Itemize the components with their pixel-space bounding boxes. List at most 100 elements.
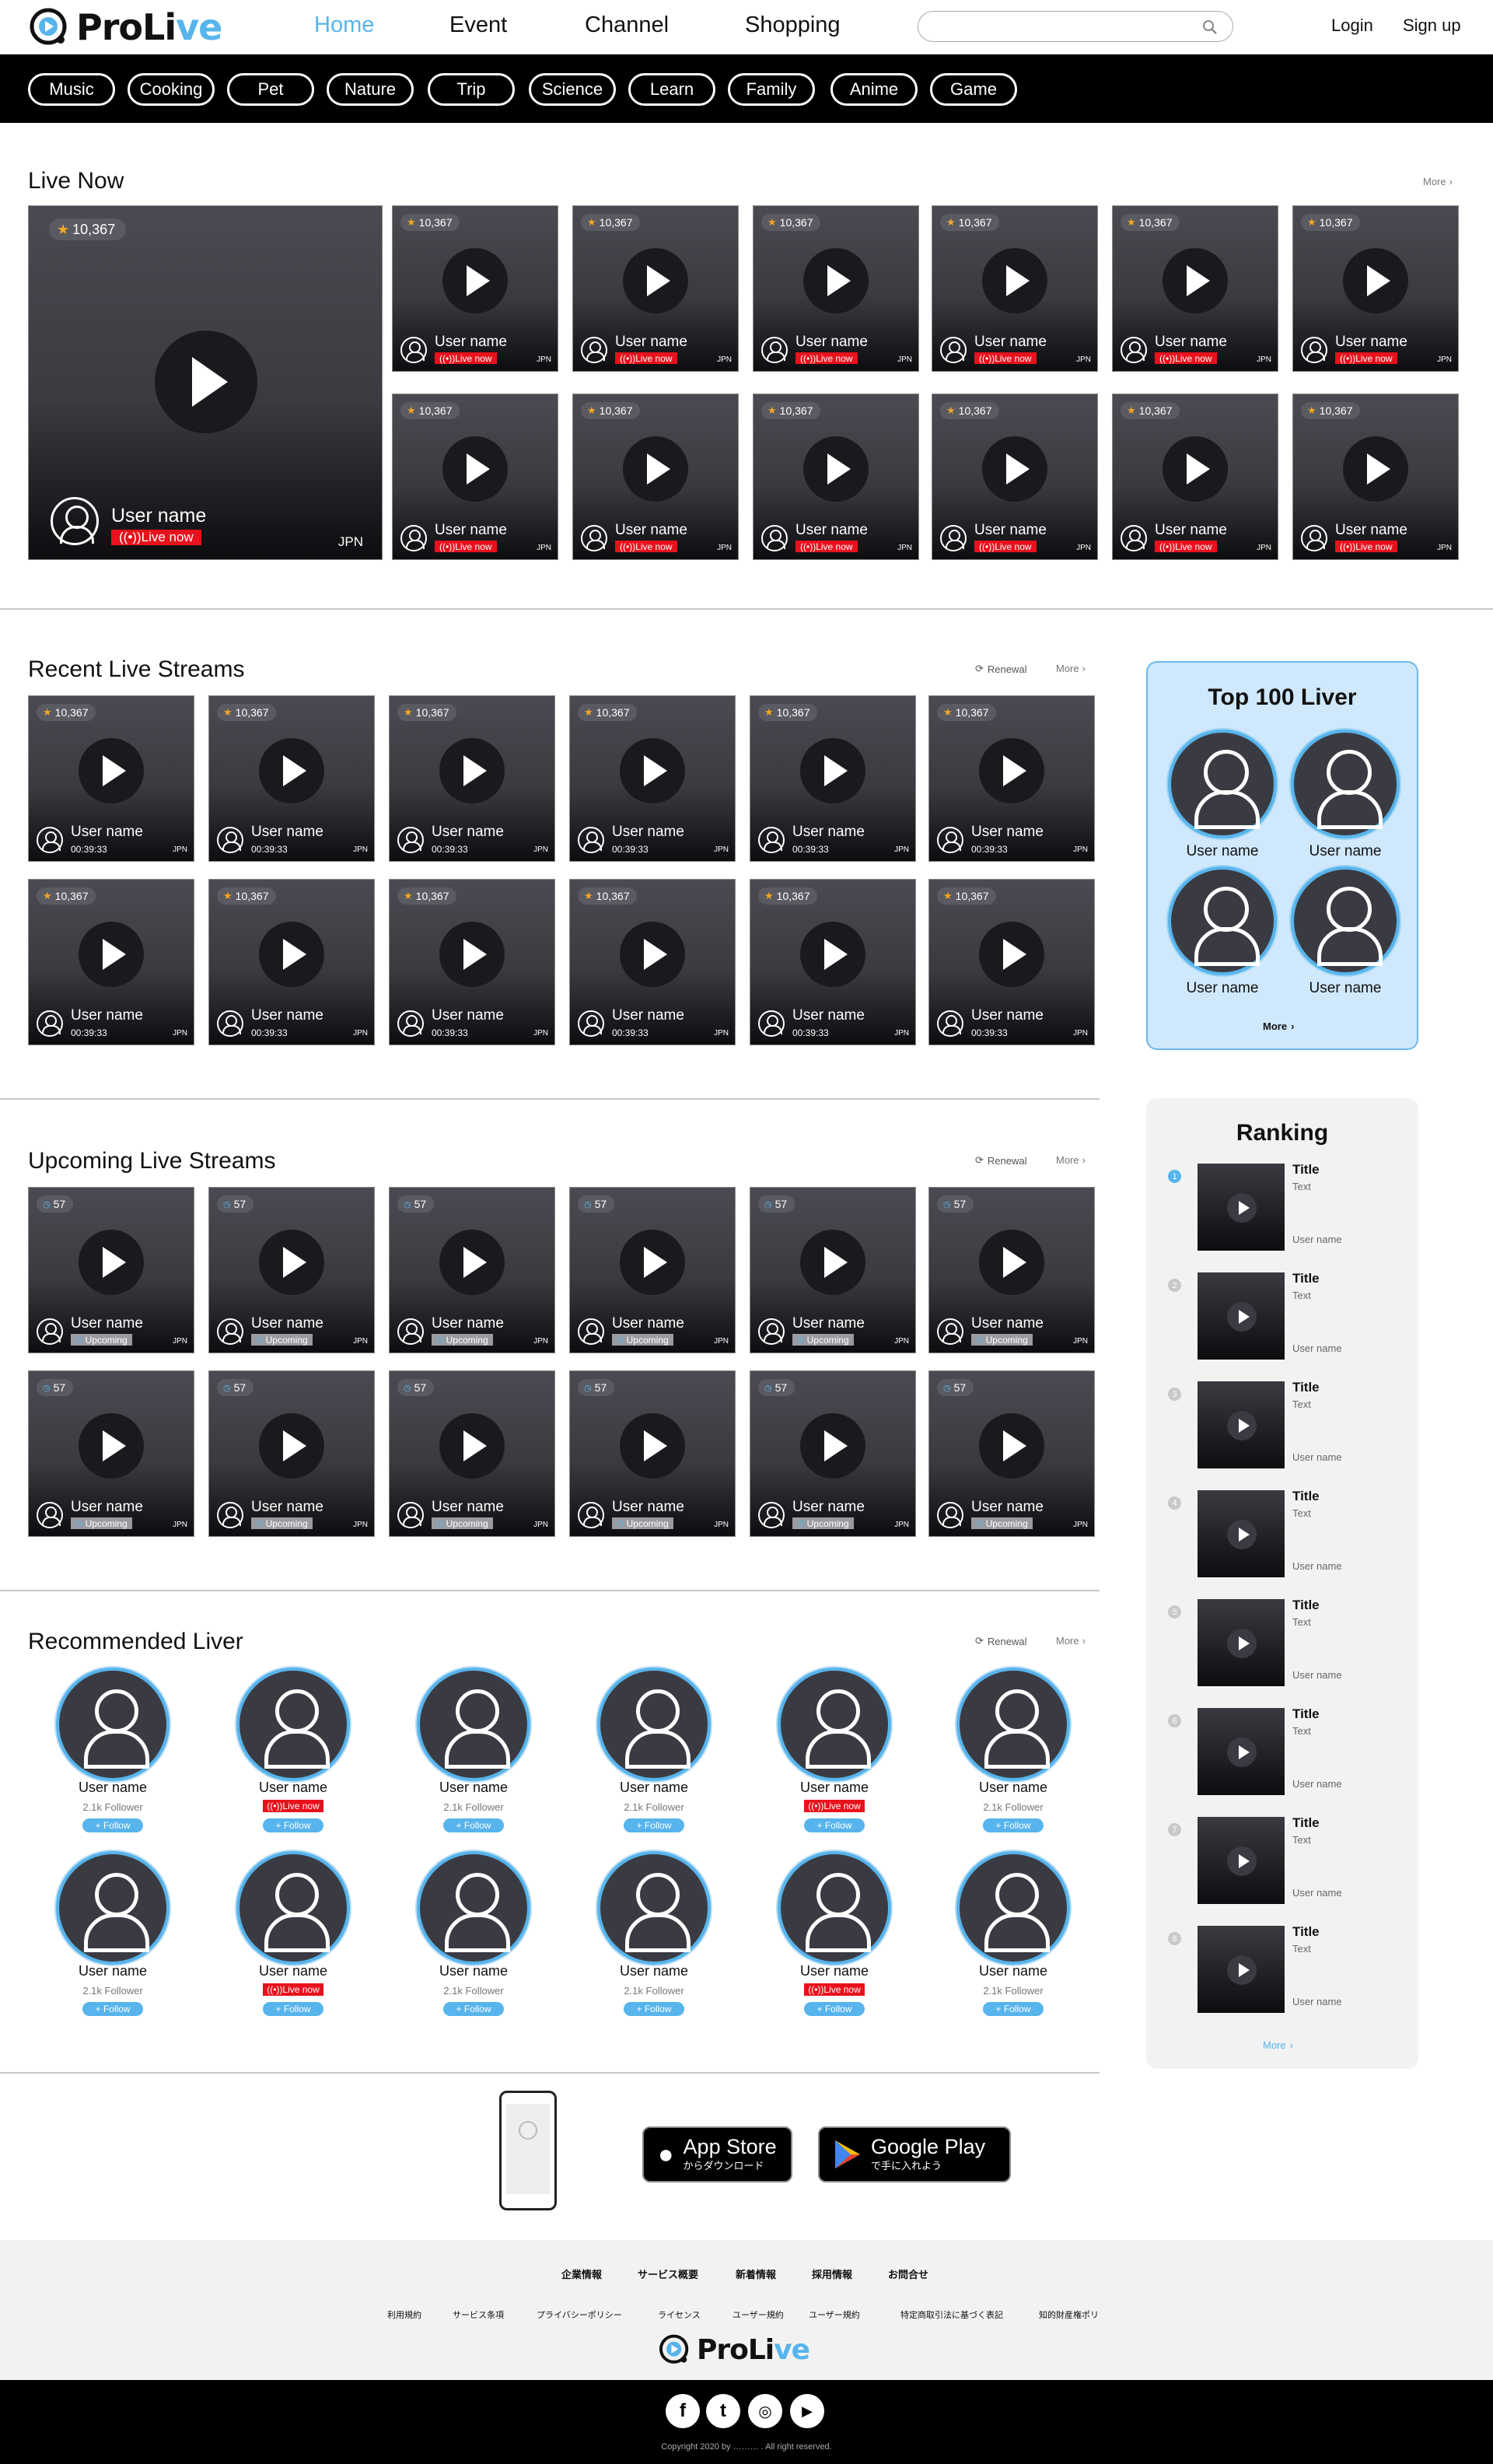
top100-username[interactable]: User name	[1291, 980, 1400, 997]
signup-link[interactable]: Sign up	[1403, 16, 1461, 36]
category-chip-cooking[interactable]: Cooking	[128, 73, 215, 106]
user-avatar-icon[interactable]	[400, 525, 427, 551]
follow-button[interactable]: + Follow	[804, 2002, 865, 2016]
footer-sub-link[interactable]: ユーザー規約	[733, 2308, 784, 2321]
user-avatar-icon[interactable]	[940, 525, 967, 551]
featured-live-card[interactable]: ★ 10,367 User name ((•)) Live now JPN	[28, 205, 383, 560]
stream-username[interactable]: User name	[792, 1315, 865, 1332]
play-icon[interactable]	[155, 331, 257, 433]
upcoming-renewal-button[interactable]: ⟳ Renewal	[975, 1154, 1027, 1167]
stream-card[interactable]: ★ 10,367 User name ((•)) Live now JPN	[932, 205, 1098, 372]
play-icon[interactable]	[1343, 436, 1408, 502]
play-icon[interactable]	[800, 738, 865, 803]
nav-home[interactable]: Home	[314, 12, 374, 38]
user-avatar-icon[interactable]	[37, 1010, 63, 1037]
user-avatar-icon[interactable]	[1121, 525, 1147, 551]
footer-logo[interactable]: ProLive	[658, 2332, 810, 2368]
liver-avatar[interactable]	[956, 1851, 1070, 1965]
stream-username[interactable]: User name	[612, 1499, 684, 1516]
user-avatar-icon[interactable]	[578, 1502, 604, 1528]
stream-card[interactable]: ★ 10,367 User name 00:39:33 JPN	[569, 695, 736, 862]
play-icon[interactable]	[620, 1230, 685, 1295]
login-link[interactable]: Login	[1331, 16, 1373, 36]
play-icon[interactable]	[620, 738, 685, 803]
play-icon[interactable]	[803, 248, 869, 313]
ranking-item-user[interactable]: User name	[1292, 1234, 1342, 1245]
footer-sub-link[interactable]: 特定商取引法に基づく表記	[900, 2308, 1003, 2321]
liver-username[interactable]: User name	[411, 1963, 536, 1979]
play-icon[interactable]	[439, 738, 505, 803]
user-avatar-icon[interactable]	[758, 1318, 785, 1345]
play-icon[interactable]	[439, 922, 505, 987]
category-chip-game[interactable]: Game	[930, 73, 1017, 106]
ranking-thumbnail[interactable]	[1198, 1599, 1285, 1686]
user-avatar-icon[interactable]	[37, 1502, 63, 1528]
ranking-item-title[interactable]: Title	[1292, 1598, 1320, 1613]
ranking-item-user[interactable]: User name	[1292, 1887, 1342, 1899]
play-icon[interactable]	[79, 738, 144, 803]
user-avatar-icon[interactable]	[940, 337, 967, 363]
stream-username[interactable]: User name	[432, 824, 504, 841]
follow-button[interactable]: + Follow	[263, 2002, 323, 2016]
stream-username[interactable]: User name	[1155, 522, 1227, 539]
nav-event[interactable]: Event	[449, 12, 507, 38]
play-icon[interactable]	[979, 922, 1044, 987]
ranking-item-title[interactable]: Title	[1292, 1162, 1320, 1178]
footer-sub-link[interactable]: プライバシーポリシー	[537, 2308, 622, 2321]
stream-username[interactable]: User name	[432, 1315, 504, 1332]
play-icon[interactable]	[623, 436, 688, 502]
play-icon[interactable]	[259, 1230, 324, 1295]
play-icon[interactable]	[259, 922, 324, 987]
user-avatar-icon[interactable]	[761, 337, 788, 363]
liver-username[interactable]: User name	[772, 1780, 897, 1796]
play-icon[interactable]	[982, 248, 1047, 313]
liver-avatar[interactable]	[236, 1851, 350, 1965]
user-avatar-icon[interactable]	[758, 1502, 785, 1528]
top100-avatar[interactable]	[1291, 866, 1400, 975]
recommended-more-link[interactable]: More ›	[1056, 1635, 1086, 1647]
top100-avatar[interactable]	[1291, 730, 1400, 838]
footer-link[interactable]: 企業情報	[561, 2266, 602, 2281]
follow-button[interactable]: + Follow	[983, 2002, 1044, 2016]
stream-card[interactable]: ★ 10,367 User name ((•)) Live now JPN	[1292, 394, 1459, 560]
play-icon[interactable]	[259, 738, 324, 803]
stream-username[interactable]: User name	[435, 522, 507, 539]
ranking-thumbnail[interactable]	[1198, 1490, 1285, 1577]
category-chip-anime[interactable]: Anime	[830, 73, 918, 106]
stream-username[interactable]: User name	[1155, 334, 1227, 351]
stream-card[interactable]: ◷ 57 User name ◷ Upcoming JPN	[389, 1370, 555, 1537]
user-avatar-icon[interactable]	[1121, 337, 1147, 363]
ranking-item-title[interactable]: Title	[1292, 1924, 1320, 1940]
recent-renewal-button[interactable]: ⟳ Renewal	[975, 663, 1027, 675]
app-store-button[interactable]: ● App Store からダウンロード	[642, 2126, 792, 2182]
prolive-logo[interactable]: ProLive	[28, 5, 222, 50]
user-avatar-icon[interactable]	[1301, 525, 1327, 551]
ranking-item-title[interactable]: Title	[1292, 1380, 1320, 1395]
play-icon[interactable]	[79, 1230, 144, 1295]
stream-card[interactable]: ★ 10,367 User name ((•)) Live now JPN	[392, 205, 558, 372]
category-chip-music[interactable]: Music	[28, 73, 115, 106]
user-avatar-icon[interactable]	[51, 497, 99, 545]
user-avatar-icon[interactable]	[758, 827, 785, 853]
follow-button[interactable]: + Follow	[983, 1818, 1044, 1832]
user-avatar-icon[interactable]	[1301, 337, 1327, 363]
stream-card[interactable]: ★ 10,367 User name 00:39:33 JPN	[750, 695, 916, 862]
ranking-thumbnail[interactable]	[1198, 1817, 1285, 1904]
liver-avatar[interactable]	[56, 1668, 170, 1781]
user-avatar-icon[interactable]	[761, 525, 788, 551]
stream-username[interactable]: User name	[71, 1499, 143, 1516]
stream-username[interactable]: User name	[612, 1315, 684, 1332]
stream-card[interactable]: ★ 10,367 User name ((•)) Live now JPN	[753, 205, 919, 372]
footer-sub-link[interactable]: 知的財産権ポリ	[1039, 2308, 1099, 2321]
follow-button[interactable]: + Follow	[263, 1818, 323, 1832]
stream-card[interactable]: ★ 10,367 User name 00:39:33 JPN	[928, 879, 1095, 1045]
liver-avatar[interactable]	[597, 1851, 711, 1965]
liver-username[interactable]: User name	[231, 1963, 355, 1979]
stream-card[interactable]: ◷ 57 User name ◷ Upcoming JPN	[569, 1187, 736, 1353]
upcoming-more-link[interactable]: More ›	[1056, 1154, 1086, 1166]
top100-avatar[interactable]	[1168, 730, 1277, 838]
stream-username[interactable]: User name	[71, 1315, 143, 1332]
user-avatar-icon[interactable]	[578, 827, 604, 853]
liver-avatar[interactable]	[56, 1851, 170, 1965]
stream-card[interactable]: ★ 10,367 User name ((•)) Live now JPN	[932, 394, 1098, 560]
